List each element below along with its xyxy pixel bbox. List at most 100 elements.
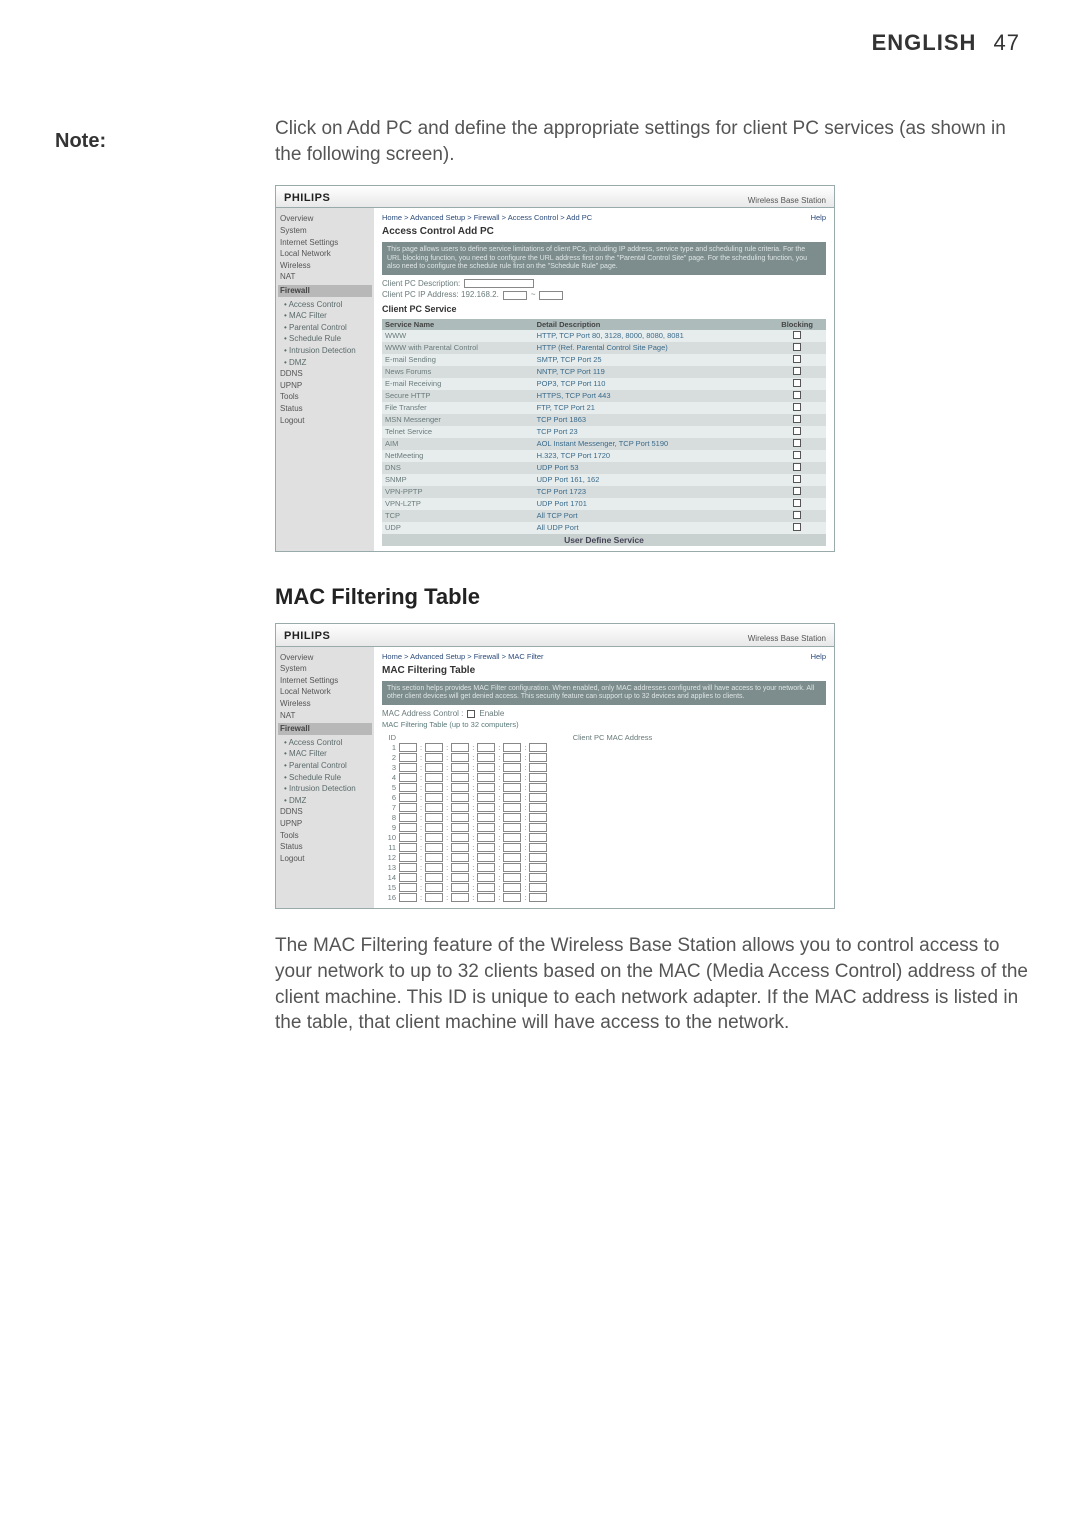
mac-octet-input[interactable] [529,863,547,872]
sidebar-item[interactable]: • Intrusion Detection [280,783,370,795]
mac-octet-input[interactable] [503,883,521,892]
sidebar-item[interactable]: • Access Control [280,299,370,311]
mac-octet-input[interactable] [529,883,547,892]
mac-octet-input[interactable] [425,803,443,812]
mac-octet-input[interactable] [451,833,469,842]
client-ip-input[interactable] [503,291,527,300]
sidebar-item[interactable]: • Schedule Rule [280,333,370,345]
mac-octet-input[interactable] [451,763,469,772]
enable-checkbox[interactable] [467,710,475,718]
sidebar-item[interactable]: Status [280,403,370,415]
blocking-checkbox[interactable] [793,439,801,447]
mac-octet-input[interactable] [529,873,547,882]
blocking-checkbox[interactable] [793,331,801,339]
mac-octet-input[interactable] [399,763,417,772]
sidebar-item[interactable]: NAT [280,271,370,283]
mac-octet-input[interactable] [425,813,443,822]
mac-octet-input[interactable] [529,793,547,802]
sidebar-item[interactable]: • Parental Control [280,760,370,772]
sidebar-item[interactable]: UPNP [280,380,370,392]
sidebar-item[interactable]: • MAC Filter [280,310,370,322]
mac-octet-input[interactable] [503,873,521,882]
mac-octet-input[interactable] [451,813,469,822]
mac-octet-input[interactable] [425,833,443,842]
mac-octet-input[interactable] [425,763,443,772]
mac-octet-input[interactable] [399,773,417,782]
mac-octet-input[interactable] [425,863,443,872]
blocking-checkbox[interactable] [793,487,801,495]
sidebar-item[interactable]: UPNP [280,818,370,830]
mac-octet-input[interactable] [451,743,469,752]
mac-octet-input[interactable] [477,893,495,902]
blocking-checkbox[interactable] [793,463,801,471]
blocking-checkbox[interactable] [793,427,801,435]
mac-octet-input[interactable] [529,803,547,812]
mac-octet-input[interactable] [477,873,495,882]
mac-octet-input[interactable] [529,813,547,822]
mac-octet-input[interactable] [399,893,417,902]
mac-octet-input[interactable] [399,863,417,872]
mac-octet-input[interactable] [451,863,469,872]
mac-octet-input[interactable] [503,743,521,752]
mac-octet-input[interactable] [503,763,521,772]
sidebar-item[interactable]: Overview [280,213,370,225]
blocking-checkbox[interactable] [793,475,801,483]
mac-octet-input[interactable] [451,803,469,812]
sidebar-item[interactable]: • DMZ [280,795,370,807]
blocking-checkbox[interactable] [793,499,801,507]
mac-octet-input[interactable] [503,823,521,832]
sidebar-item[interactable]: • MAC Filter [280,748,370,760]
mac-octet-input[interactable] [503,843,521,852]
blocking-checkbox[interactable] [793,403,801,411]
mac-octet-input[interactable] [399,743,417,752]
sidebar-item[interactable]: Wireless [280,260,370,272]
mac-octet-input[interactable] [529,753,547,762]
sidebar-item[interactable]: • Parental Control [280,322,370,334]
mac-octet-input[interactable] [399,873,417,882]
mac-octet-input[interactable] [477,823,495,832]
mac-octet-input[interactable] [529,763,547,772]
blocking-checkbox[interactable] [793,415,801,423]
mac-octet-input[interactable] [529,743,547,752]
sidebar-item[interactable]: Tools [280,391,370,403]
mac-octet-input[interactable] [451,753,469,762]
mac-octet-input[interactable] [451,843,469,852]
mac-octet-input[interactable] [477,793,495,802]
mac-octet-input[interactable] [477,843,495,852]
mac-octet-input[interactable] [451,783,469,792]
mac-octet-input[interactable] [425,753,443,762]
mac-octet-input[interactable] [503,813,521,822]
sidebar-item[interactable]: • Schedule Rule [280,772,370,784]
mac-octet-input[interactable] [503,793,521,802]
mac-octet-input[interactable] [529,853,547,862]
mac-octet-input[interactable] [425,783,443,792]
mac-octet-input[interactable] [477,753,495,762]
mac-octet-input[interactable] [529,783,547,792]
sidebar-item[interactable]: DDNS [280,806,370,818]
mac-octet-input[interactable] [503,783,521,792]
mac-octet-input[interactable] [451,853,469,862]
mac-octet-input[interactable] [399,813,417,822]
mac-octet-input[interactable] [477,763,495,772]
mac-octet-input[interactable] [451,883,469,892]
sidebar-item[interactable]: DDNS [280,368,370,380]
blocking-checkbox[interactable] [793,511,801,519]
mac-octet-input[interactable] [425,743,443,752]
mac-octet-input[interactable] [477,783,495,792]
mac-octet-input[interactable] [477,863,495,872]
sidebar-item[interactable]: Overview [280,652,370,664]
mac-octet-input[interactable] [399,793,417,802]
sidebar-item[interactable]: Local Network [280,686,370,698]
mac-octet-input[interactable] [477,803,495,812]
sidebar-item[interactable]: Logout [280,415,370,427]
mac-octet-input[interactable] [451,893,469,902]
sidebar-item[interactable]: System [280,663,370,675]
blocking-checkbox[interactable] [793,379,801,387]
sidebar-item[interactable]: Internet Settings [280,237,370,249]
help-link[interactable]: Help [811,652,826,661]
mac-octet-input[interactable] [477,833,495,842]
client-desc-input[interactable] [464,279,534,288]
sidebar-item[interactable]: • Access Control [280,737,370,749]
sidebar-item[interactable]: Tools [280,830,370,842]
sidebar-item[interactable]: Local Network [280,248,370,260]
